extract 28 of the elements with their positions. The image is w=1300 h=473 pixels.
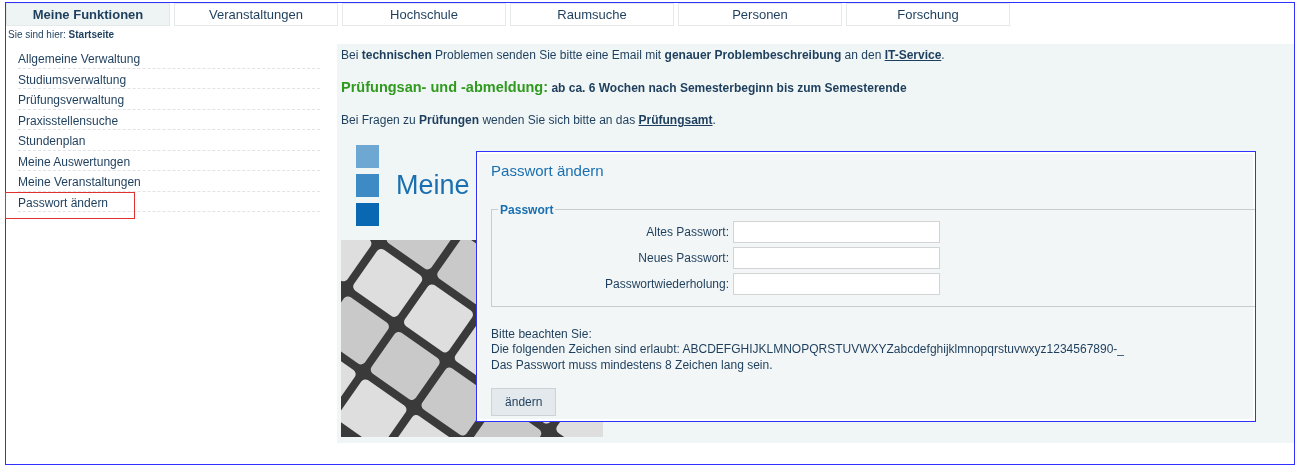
note-text: Die folgenden Zeichen sind erlaubt: ABCDEFGHIJKLMNOPQRSTUVWXYZabcdefghijklmnopqrstuvwxyz1234567890-_: [491, 342, 1125, 358]
field-label: Passwortwiederholung:: [603, 275, 730, 293]
password-field[interactable]: [733, 220, 941, 243]
note-text: Das Passwort muss mindestens 8 Zeichen lang sein.: [491, 357, 774, 373]
banner-title: Meine: [396, 169, 470, 203]
notice-text: Bei Fragen zu Prüfungen wenden Sie sich bitte an das Prüfungsamt.: [341, 113, 717, 127]
sidebar-item[interactable]: Passwort ändern: [5, 191, 136, 219]
nav-tab[interactable]: Personen: [678, 3, 842, 26]
notice-link[interactable]: Prüfungsamt: [638, 113, 713, 127]
square-icon: [356, 145, 380, 168]
submit-button[interactable]: ändern: [491, 388, 557, 416]
notice-text: Bei technischen Problemen senden Sie bitte eine Email mit genauer Problembeschreibung an den IT-Service.: [341, 48, 946, 62]
field-label: Altes Passwort:: [645, 223, 730, 241]
field-label: Neues Passwort:: [637, 249, 730, 267]
nav-tab[interactable]: Veranstaltungen: [174, 3, 338, 26]
breadcrumb: Sie sind hier: Startseite: [8, 28, 116, 42]
nav-tab[interactable]: Forschung: [846, 3, 1010, 26]
dialog-title: Passwort ändern: [491, 161, 605, 181]
password-field[interactable]: [733, 246, 941, 269]
nav-tab[interactable]: Hochschule: [342, 3, 506, 26]
password-field[interactable]: [733, 272, 941, 295]
notice-text: Prüfungsan- und -abmeldung: ab ca. 6 Wochen nach Semesterbeginn bis zum Semesterende: [341, 80, 908, 95]
nav-tab[interactable]: Raumsuche: [510, 3, 674, 26]
note-text: Bitte beachten Sie:: [491, 326, 593, 342]
fieldset-legend: Passwort: [498, 202, 556, 217]
square-icon: [356, 203, 380, 226]
nav-tab[interactable]: Meine Funktionen: [6, 3, 170, 26]
square-icon: [356, 174, 380, 197]
